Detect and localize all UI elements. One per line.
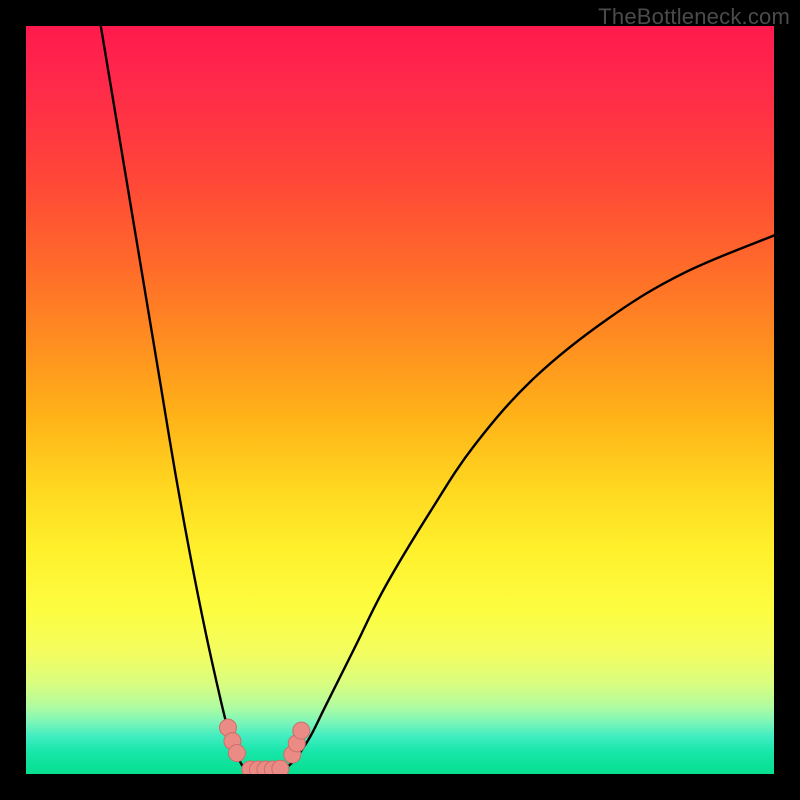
- plot-area: [26, 26, 774, 774]
- chart-frame: TheBottleneck.com: [0, 0, 800, 800]
- data-marker: [228, 745, 245, 762]
- data-marker: [272, 760, 289, 774]
- data-marker: [293, 722, 310, 739]
- markers-group: [219, 719, 309, 774]
- bottleneck-curve: [101, 26, 774, 774]
- chart-svg: [26, 26, 774, 774]
- curve-group: [101, 26, 774, 774]
- watermark-text: TheBottleneck.com: [598, 4, 790, 30]
